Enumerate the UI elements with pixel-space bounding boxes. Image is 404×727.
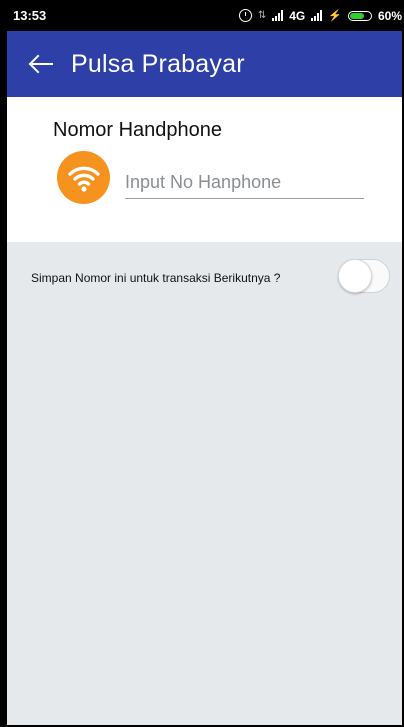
- network-type: 4G: [289, 8, 306, 23]
- status-icons: ⇅ 4G ⚡ 60%: [238, 0, 402, 31]
- status-bar: 13:53 ⇅ 4G ⚡ 60%: [7, 0, 402, 31]
- toggle-knob: [338, 259, 372, 293]
- page-title: Pulsa Prabayar: [71, 49, 245, 78]
- arrow-left-icon: [28, 54, 53, 74]
- status-time: 13:53: [13, 8, 47, 23]
- wifi-badge: [57, 151, 110, 204]
- battery-icon: [347, 10, 372, 21]
- phone-number-input[interactable]: [125, 167, 364, 199]
- phone-screen: 13:53 ⇅ 4G ⚡ 60% Pulsa Prabayar Nomor Ha…: [0, 0, 404, 727]
- phone-number-label: Nomor Handphone: [53, 119, 222, 141]
- save-number-row: Simpan Nomor ini untuk transaksi Berikut…: [7, 242, 402, 316]
- data-transfer-icon: ⇅: [257, 10, 267, 21]
- battery-percent: 60%: [377, 8, 402, 23]
- phone-number-card: Nomor Handphone: [7, 97, 402, 242]
- back-button[interactable]: [23, 47, 57, 81]
- charging-icon: ⚡: [328, 10, 342, 22]
- alarm-icon: [238, 9, 252, 22]
- wifi-icon: [67, 166, 100, 192]
- save-number-toggle[interactable]: [338, 259, 390, 293]
- signal-icon-2: [311, 10, 323, 21]
- signal-icon: [272, 10, 284, 21]
- save-number-label: Simpan Nomor ini untuk transaksi Berikut…: [31, 271, 281, 285]
- app-bar: Pulsa Prabayar: [7, 31, 402, 97]
